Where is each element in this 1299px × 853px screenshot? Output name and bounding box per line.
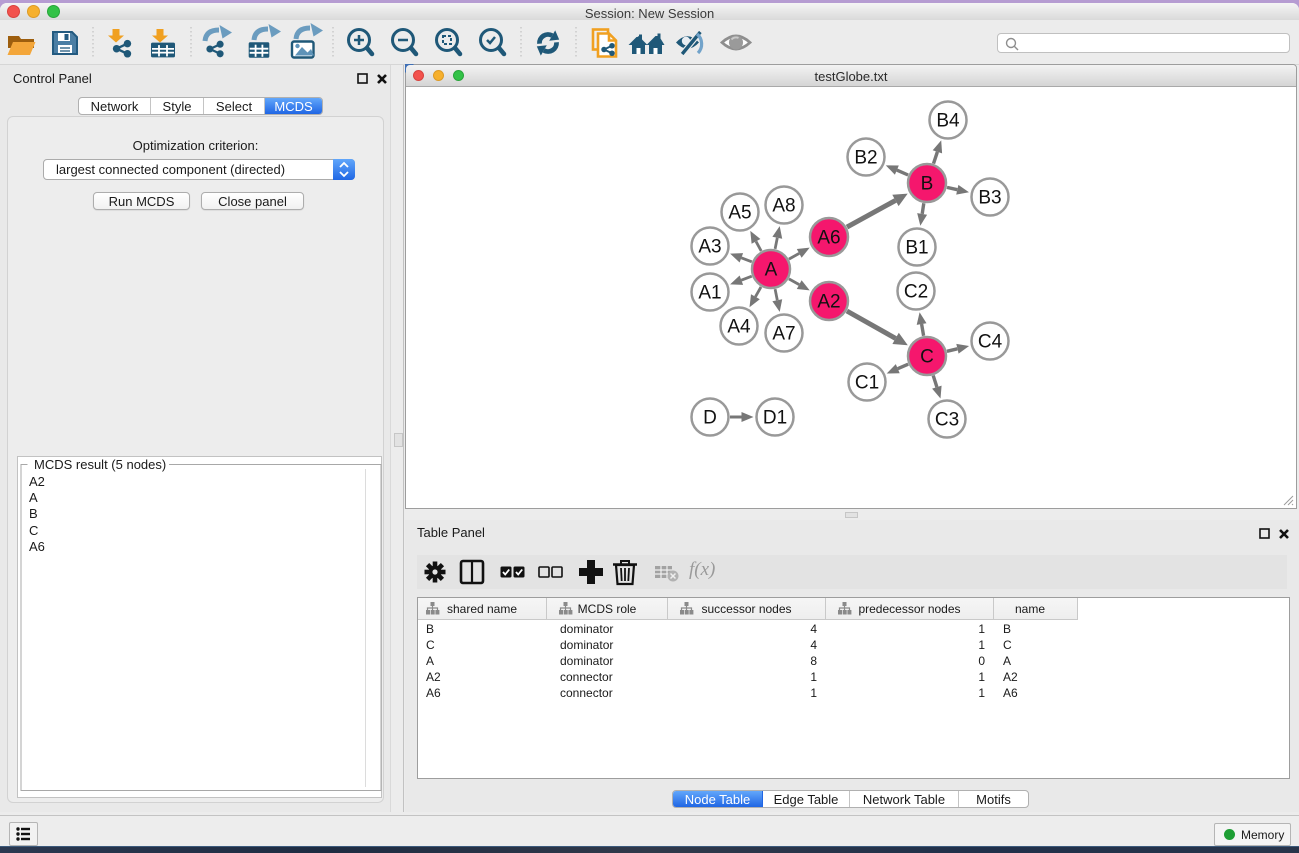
svg-text:C1: C1 xyxy=(855,373,879,394)
svg-text:D1: D1 xyxy=(763,408,787,429)
svg-text:A6: A6 xyxy=(817,228,840,249)
svg-text:C: C xyxy=(920,347,934,368)
svg-text:C2: C2 xyxy=(904,282,928,303)
svg-text:C4: C4 xyxy=(978,332,1003,353)
svg-text:B: B xyxy=(921,174,934,195)
svg-text:A5: A5 xyxy=(728,203,751,224)
svg-text:D: D xyxy=(703,408,717,429)
svg-text:A4: A4 xyxy=(727,317,751,338)
svg-text:A3: A3 xyxy=(698,237,721,258)
svg-text:C3: C3 xyxy=(935,410,959,431)
svg-text:A2: A2 xyxy=(817,292,840,313)
svg-text:A7: A7 xyxy=(772,324,795,345)
svg-text:B2: B2 xyxy=(854,148,877,169)
svg-text:B3: B3 xyxy=(978,188,1001,209)
svg-text:B4: B4 xyxy=(936,111,960,132)
svg-text:A: A xyxy=(765,260,778,281)
svg-text:B1: B1 xyxy=(905,238,928,259)
svg-text:A1: A1 xyxy=(698,283,721,304)
svg-text:A8: A8 xyxy=(772,196,795,217)
